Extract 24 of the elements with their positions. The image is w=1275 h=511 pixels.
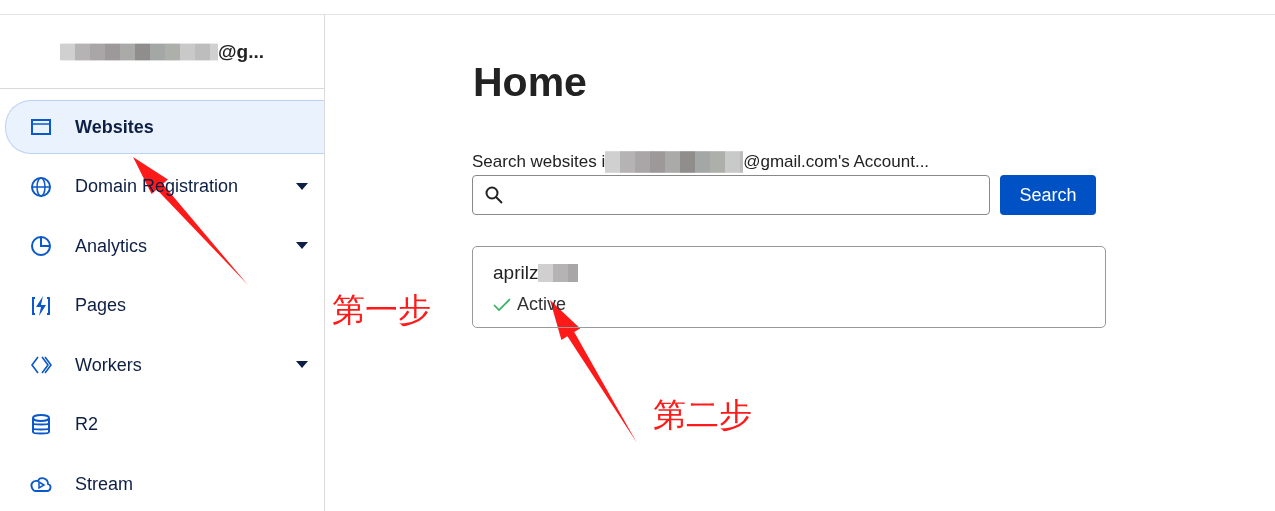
globe-icon bbox=[29, 174, 53, 199]
status-text: Active bbox=[517, 294, 567, 315]
sidebar-item[interactable]: Analytics bbox=[5, 219, 324, 273]
sidebar-item[interactable]: Stream bbox=[5, 457, 324, 511]
search-icon bbox=[485, 186, 503, 204]
search-label: Search websites i bbox=[472, 152, 606, 172]
annotation-label: 第一步 bbox=[332, 290, 431, 330]
annotation-label: 第二步 bbox=[653, 395, 752, 435]
pie-chart-icon bbox=[29, 234, 53, 258]
caret-icon[interactable] bbox=[296, 242, 308, 249]
website-name: aprilz bbox=[493, 262, 539, 284]
sidebar-item[interactable]: Pages bbox=[5, 278, 324, 333]
caret-icon[interactable] bbox=[296, 182, 308, 190]
search-label: @gmail.com's Account... bbox=[743, 152, 930, 172]
caret-icon[interactable] bbox=[296, 361, 308, 368]
database-icon bbox=[29, 412, 53, 437]
page-title: Home bbox=[473, 59, 588, 105]
account-email: @g... bbox=[218, 40, 264, 63]
sidebar-item[interactable]: R2 bbox=[5, 397, 324, 452]
website-card[interactable]: aprilz Active bbox=[472, 246, 1106, 328]
sidebar-item[interactable]: Websites bbox=[5, 100, 324, 154]
sidebar-item[interactable]: Workers bbox=[5, 338, 324, 392]
search-button[interactable]: Search bbox=[1000, 175, 1096, 215]
search-field[interactable] bbox=[472, 175, 990, 215]
